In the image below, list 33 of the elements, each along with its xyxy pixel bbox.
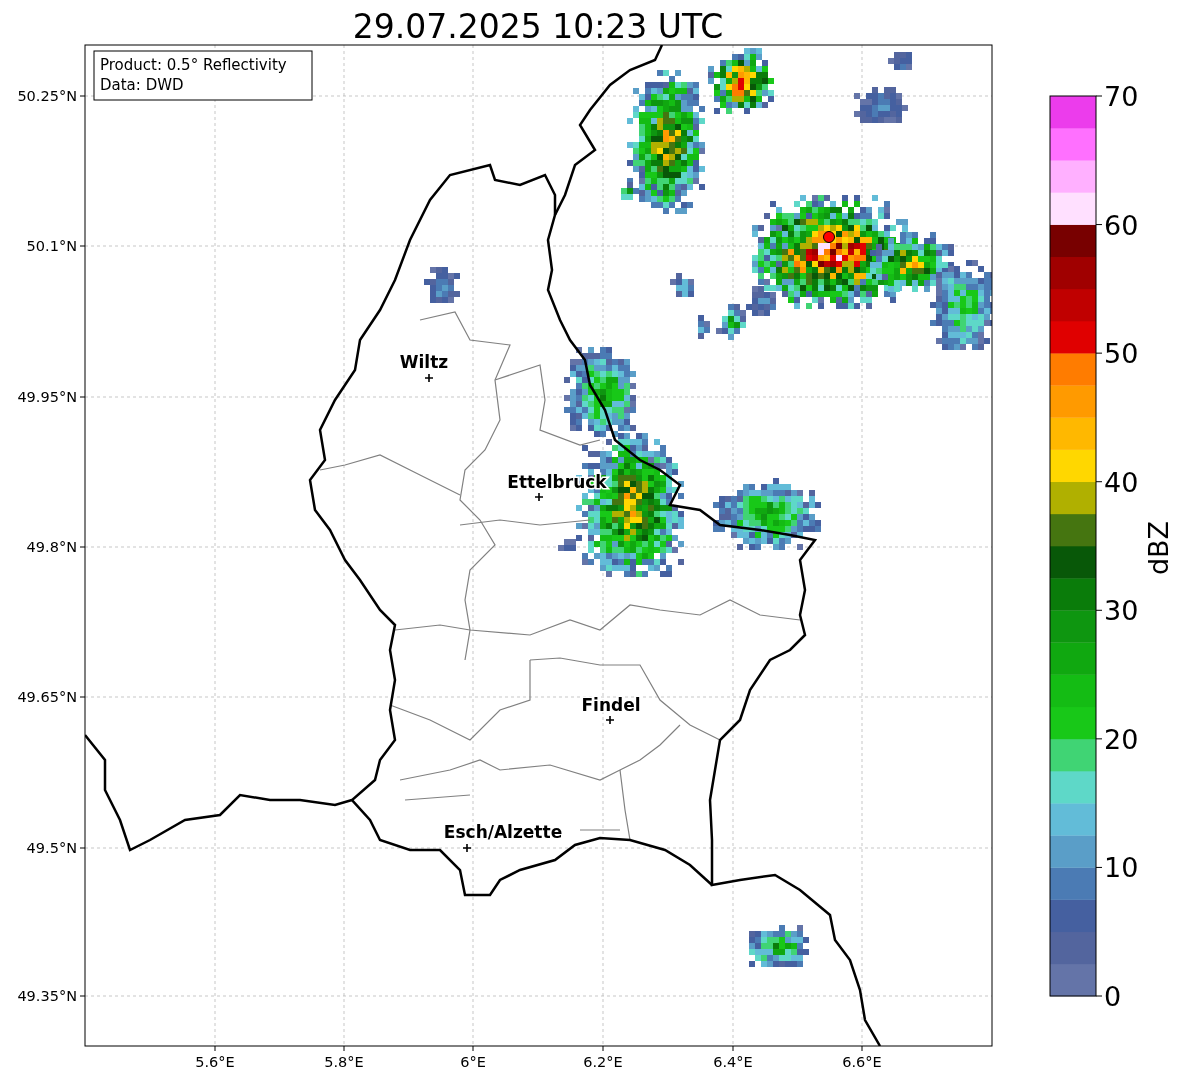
axis-tick-label: 49.65°N	[17, 689, 77, 705]
city-marker-icon	[534, 492, 544, 502]
city-marker-icon	[424, 373, 434, 383]
city-label: Esch/Alzette	[443, 822, 563, 842]
colorbar-tick-label: 70	[1104, 81, 1139, 112]
colorbar-tick-label: 0	[1104, 981, 1122, 1012]
city-marker-icon	[462, 843, 472, 853]
axis-tick-label: 50.1°N	[26, 238, 77, 254]
axis-tick-label: 49.95°N	[17, 389, 77, 405]
axis-tick-label: 6°E	[460, 1054, 486, 1070]
axis-tick-label: 5.8°E	[324, 1054, 364, 1070]
legend-text: Data: DWD	[100, 76, 184, 94]
radar-site-marker-icon	[823, 231, 835, 243]
axis-tick-label: 6.4°E	[713, 1054, 753, 1070]
city-label: Wiltz	[399, 352, 449, 372]
colorbar-tick-label: 60	[1104, 209, 1139, 241]
colorbar-tick-label: 40	[1104, 466, 1139, 498]
city-label: Findel	[581, 695, 641, 715]
colorbar-tick-label: 20	[1104, 723, 1139, 755]
colorbar-tick-label: 30	[1104, 595, 1139, 627]
city-marker-icon	[605, 715, 615, 725]
axis-tick-label: 5.6°E	[195, 1054, 235, 1070]
axis-tick-label: 49.5°N	[26, 840, 77, 856]
axis-tick-label: 49.35°N	[17, 988, 77, 1004]
colorbar-tick-label: 50	[1104, 338, 1139, 370]
chart-title: 29.07.2025 10:23 UTC	[352, 7, 724, 46]
colorbar-label: dBZ	[1143, 520, 1174, 576]
axis-tick-label: 6.2°E	[583, 1054, 623, 1070]
axis-tick-label: 50.25°N	[17, 88, 77, 104]
colorbar-tick-label: 10	[1104, 852, 1139, 884]
axis-tick-label: 49.8°N	[26, 539, 77, 555]
axis-tick-label: 6.6°E	[842, 1054, 882, 1070]
legend-text: Product: 0.5° Reflectivity	[100, 56, 287, 74]
